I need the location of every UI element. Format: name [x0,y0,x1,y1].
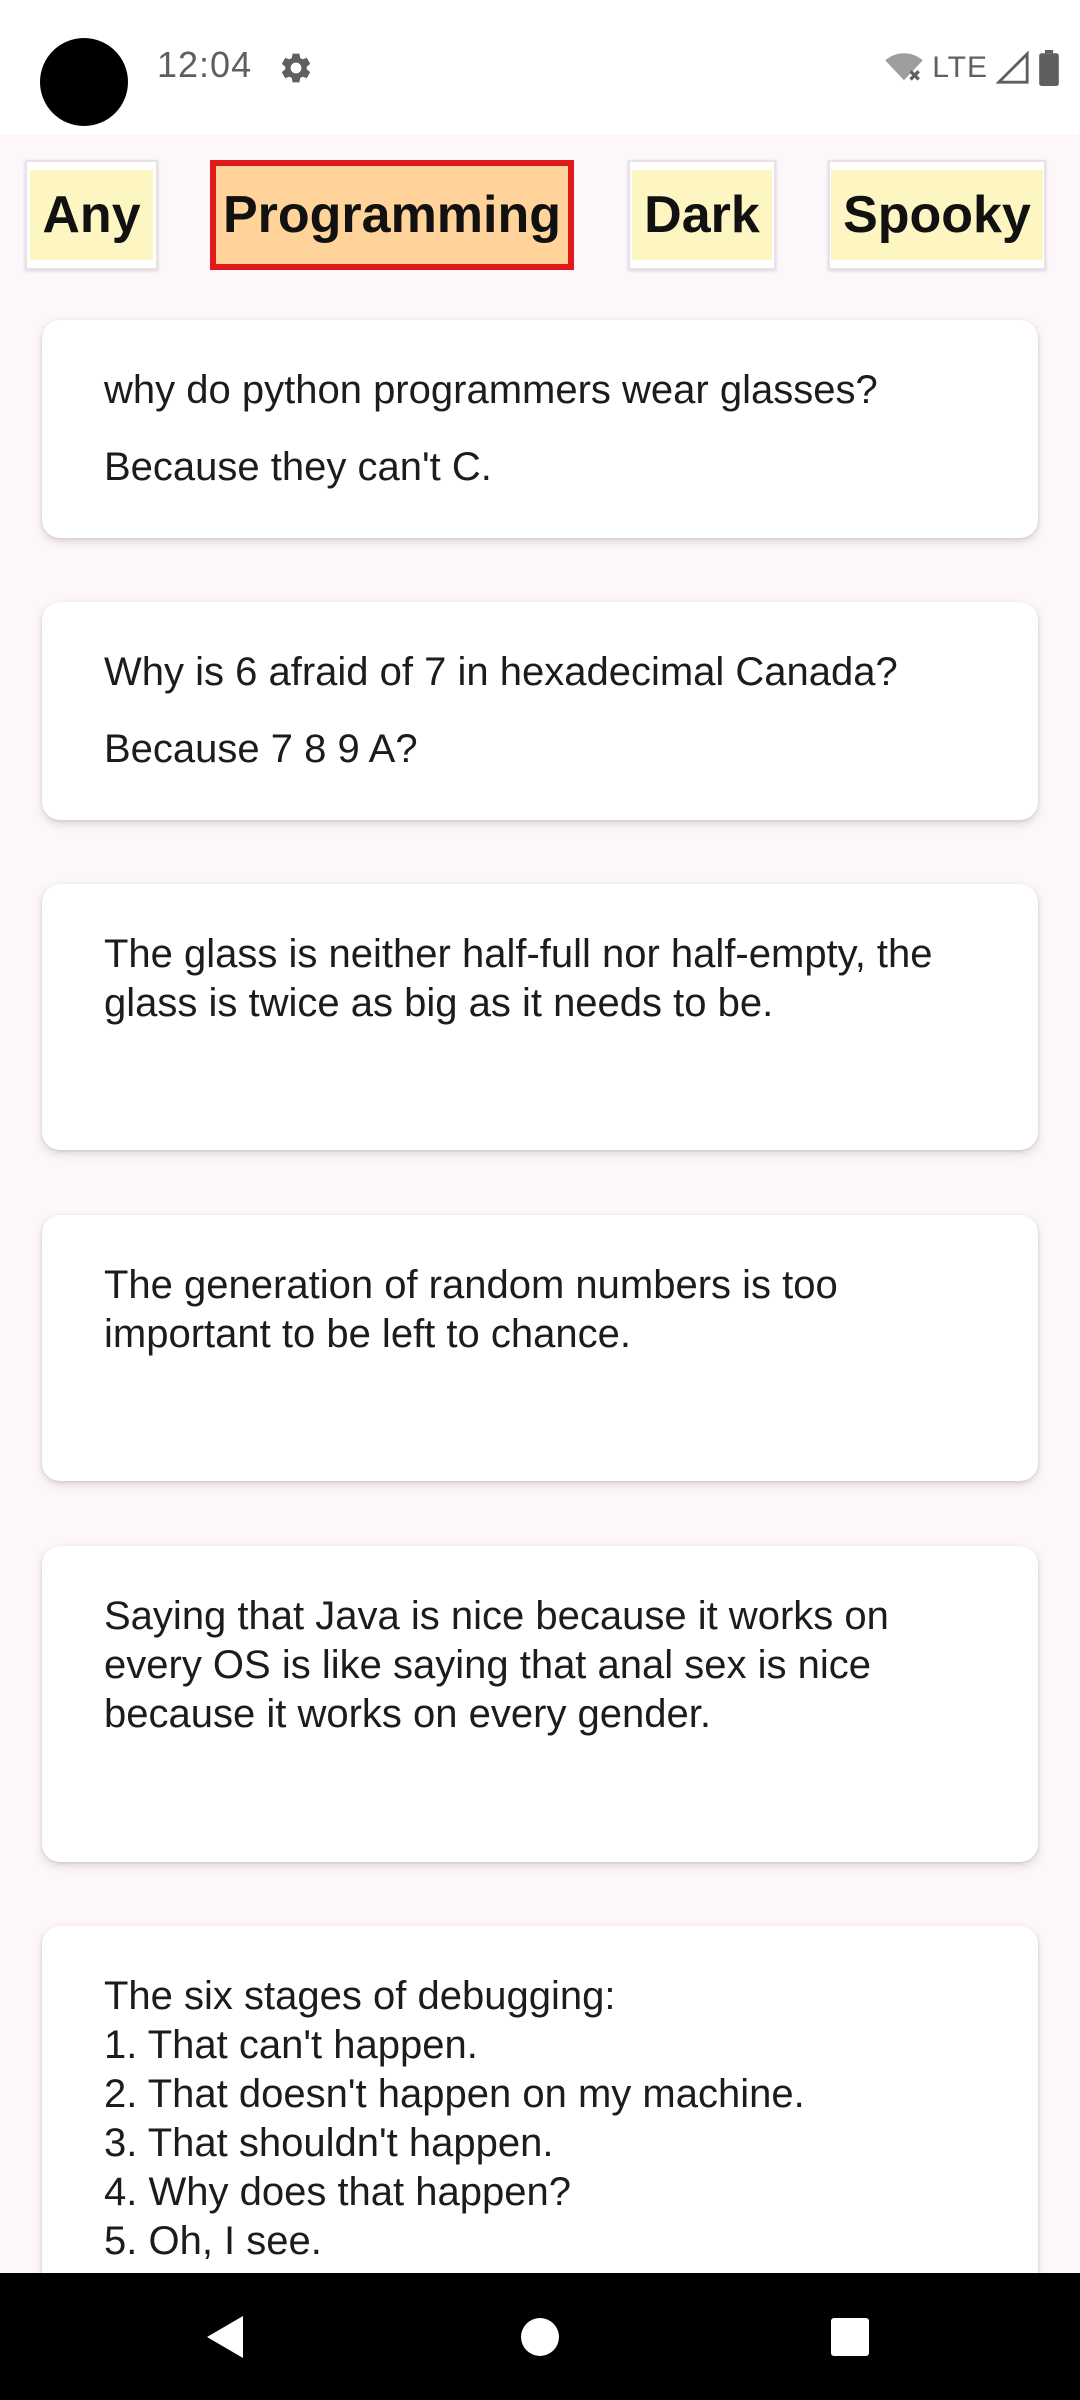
category-chip-label: Spooky [831,170,1043,260]
joke-card[interactable]: why do python programmers wear glasses? … [42,320,1038,538]
network-type: LTE [932,51,988,84]
cell-signal-icon [996,51,1029,84]
category-chip-label: Programming [222,186,562,244]
joke-delivery: Because 7 8 9 A? [104,727,418,771]
joke-card[interactable]: The glass is neither half-full nor half-… [42,884,1038,1150]
status-icons: LTE [884,48,1060,88]
joke-card[interactable]: Saying that Java is nice because it work… [42,1546,1038,1862]
joke-delivery: Because they can't C. [104,445,492,489]
home-circle-icon [521,2317,559,2356]
navigation-bar [0,2273,1080,2400]
category-chip-any[interactable]: Any [25,160,158,270]
category-chip-dark[interactable]: Dark [628,160,776,270]
joke-card[interactable]: The generation of random numbers is too … [42,1215,1038,1481]
category-chip-programming[interactable]: Programming [210,160,574,270]
joke-setup: why do python programmers wear glasses? [104,368,878,412]
status-time: 12:04 [157,44,253,85]
joke-card[interactable]: Why is 6 afraid of 7 in hexadecimal Cana… [42,602,1038,820]
camera-cutout [40,38,128,126]
status-bar: 12:04 LTE [0,0,1080,135]
recents-button[interactable] [790,2273,910,2400]
category-chip-label: Any [30,170,153,260]
home-button[interactable] [480,2273,600,2400]
back-button[interactable] [165,2273,285,2400]
gear-icon [281,53,311,83]
joke-text: Saying that Java is nice because it work… [104,1594,889,1736]
recents-square-icon [831,2317,869,2356]
joke-text: The generation of random numbers is too … [104,1263,838,1356]
joke-text: The glass is neither half-full nor half-… [104,932,933,1025]
back-triangle-icon [207,2315,243,2358]
joke-card[interactable]: The six stages of debugging: 1. That can… [42,1926,1038,2326]
joke-setup: Why is 6 afraid of 7 in hexadecimal Cana… [104,650,898,694]
category-chip-label: Dark [632,170,772,260]
battery-icon [1039,50,1059,86]
joke-text: The six stages of debugging: 1. That can… [104,1974,805,2263]
category-chips: Any Programming Dark Spooky [0,160,1080,275]
wifi-off-icon [885,53,924,81]
category-chip-spooky[interactable]: Spooky [828,160,1046,270]
